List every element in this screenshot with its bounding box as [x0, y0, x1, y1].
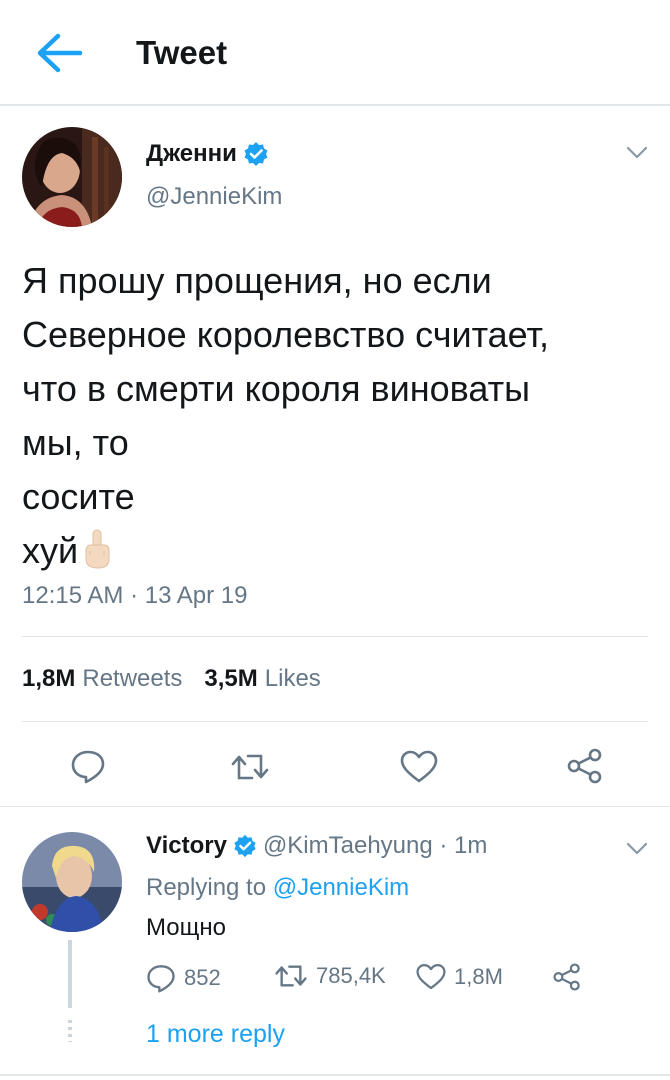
- retweet-icon: [275, 965, 307, 987]
- tweet-timestamp: 12:15 AM · 13 Apr 19: [22, 582, 248, 609]
- retweets-count[interactable]: 1,8M: [22, 665, 75, 693]
- page-title: Tweet: [136, 34, 228, 71]
- reply-like-count: 1,8M: [454, 964, 503, 989]
- verified-badge-icon: [244, 142, 268, 166]
- author-avatar[interactable]: [22, 127, 122, 227]
- replying-to-mention[interactable]: @JennieKim: [273, 874, 409, 901]
- reply-author-avatar[interactable]: [22, 832, 122, 932]
- author-name[interactable]: Дженни: [146, 140, 237, 168]
- reply-actions: 852 785,4K 1,8M: [146, 963, 596, 995]
- chevron-down-icon[interactable]: [626, 146, 648, 160]
- thread-dots: [68, 1020, 72, 1042]
- divider: [22, 721, 648, 722]
- reply-icon: [147, 965, 175, 993]
- tweet-text-line: сосите: [22, 476, 135, 517]
- divider: [0, 1074, 670, 1076]
- back-button[interactable]: [36, 30, 86, 76]
- reply-text: Мощно: [146, 914, 226, 941]
- share-icon: [553, 963, 580, 991]
- retweet-icon[interactable]: [230, 752, 270, 782]
- reply-author-name[interactable]: Victory: [146, 832, 227, 860]
- reply-reply-count: 852: [184, 965, 221, 990]
- replying-to-prefix: Replying to: [146, 874, 267, 901]
- share-icon[interactable]: [566, 748, 604, 784]
- verified-badge-icon: [234, 834, 256, 858]
- tweet-text-word: хуй: [22, 530, 79, 571]
- divider: [0, 806, 670, 807]
- back-arrow-icon: [37, 33, 83, 73]
- likes-count[interactable]: 3,5M: [204, 665, 257, 693]
- reply-reply-action[interactable]: 852: [146, 963, 221, 993]
- show-more-replies-link[interactable]: 1 more reply: [146, 1020, 285, 1049]
- chevron-down-icon[interactable]: [626, 842, 648, 856]
- reply-icon[interactable]: [70, 748, 106, 784]
- replying-to: Replying to @JennieKim: [146, 874, 409, 902]
- thread-line: [68, 940, 72, 1008]
- reply-retweet-count: 785,4K: [316, 963, 386, 988]
- tweet-text: Я прошу прощения, но если Северное корол…: [22, 254, 652, 578]
- tweet-text-line: мы, то: [22, 422, 129, 463]
- reply-author-handle[interactable]: @KimTaehyung · 1m: [263, 832, 487, 860]
- likes-label[interactable]: Likes: [265, 665, 321, 693]
- like-icon[interactable]: [400, 750, 438, 784]
- author-handle[interactable]: @JennieKim: [146, 183, 282, 211]
- tweet-stats: 1,8M Retweets 3,5M Likes: [22, 665, 343, 693]
- tweet-text-line-last: хуй: [22, 524, 652, 578]
- tweet-text-line: Я прошу прощения, но если: [22, 260, 492, 301]
- author-name-row[interactable]: Дженни: [146, 140, 269, 168]
- reply-like-action[interactable]: 1,8M: [416, 963, 503, 991]
- tweet-text-line: что в смерти короля виноваты: [22, 368, 530, 409]
- tweet-text-line: Северное королевство считает,: [22, 314, 550, 355]
- like-icon: [416, 964, 446, 990]
- divider: [22, 636, 648, 637]
- top-app-bar: Tweet: [0, 0, 670, 106]
- retweets-label[interactable]: Retweets: [82, 665, 182, 693]
- middle-finger-emoji: [85, 529, 110, 569]
- reply-header: Victory @KimTaehyung · 1m: [146, 832, 487, 860]
- reply-share-action[interactable]: [552, 963, 582, 991]
- reply-retweet-action[interactable]: 785,4K: [274, 963, 386, 989]
